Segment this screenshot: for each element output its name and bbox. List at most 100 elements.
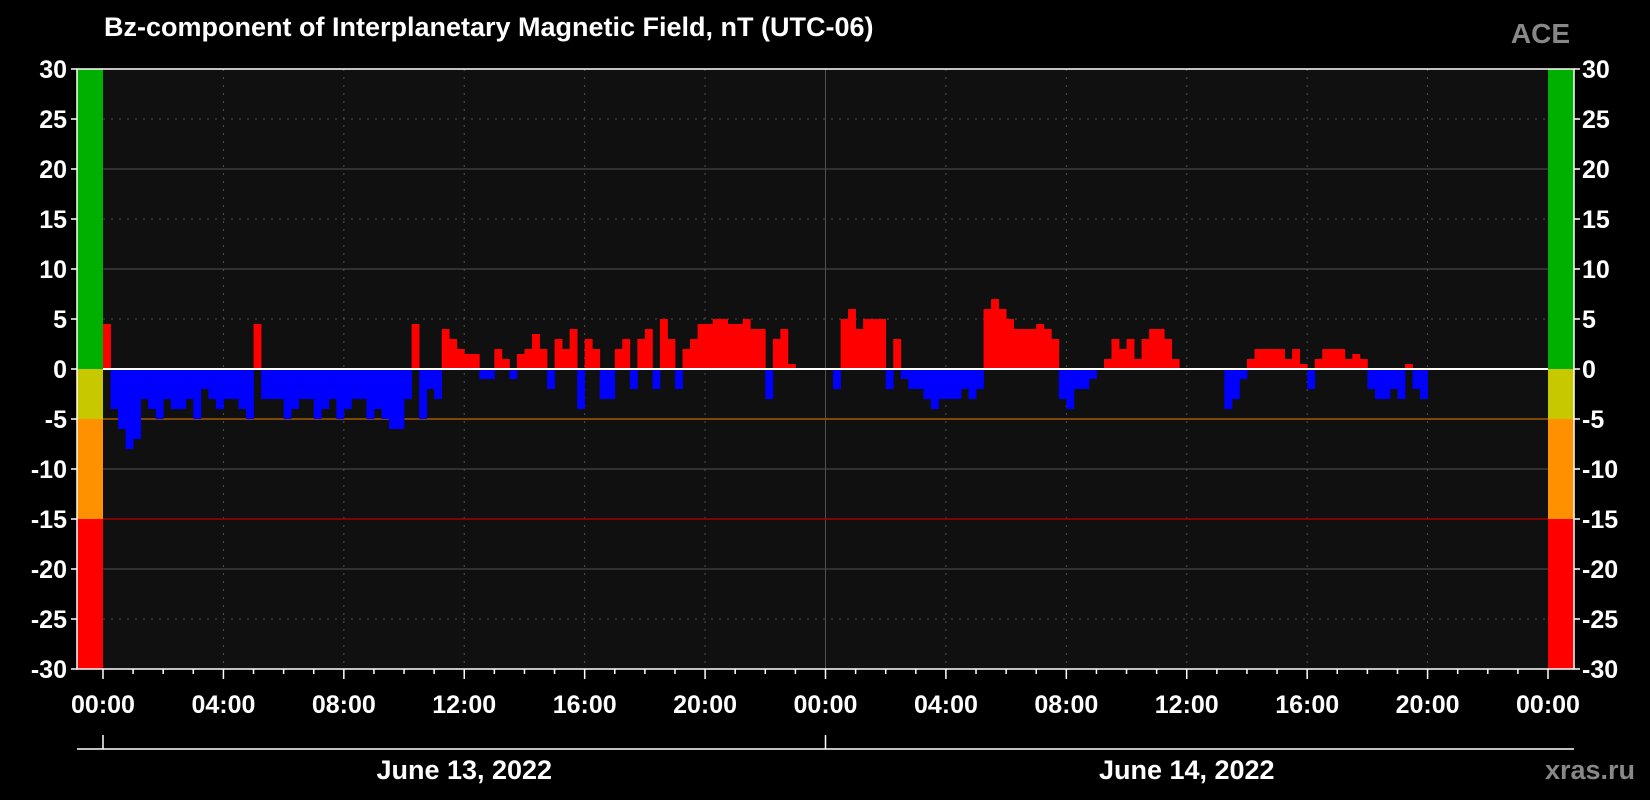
bz-bar <box>757 329 766 369</box>
bz-bar <box>148 369 157 409</box>
bz-bar <box>863 319 872 369</box>
bz-bar <box>968 369 977 399</box>
x-tick-label: 00:00 <box>71 691 135 719</box>
y-tick-label-left: 20 <box>39 156 67 184</box>
band-right-2 <box>1548 419 1574 519</box>
bz-bar <box>1352 354 1361 369</box>
bz-bar <box>140 369 149 399</box>
bz-bar <box>494 349 503 369</box>
bz-bar <box>1021 329 1030 369</box>
bz-bar <box>1344 359 1353 369</box>
bz-bar <box>697 324 706 369</box>
bz-bar <box>245 369 254 419</box>
bz-bar <box>674 369 683 389</box>
bz-bar <box>1359 359 1368 369</box>
bz-bar <box>1103 359 1112 369</box>
bz-bar <box>592 349 601 369</box>
bz-bar <box>690 339 698 369</box>
y-tick-label-right: -25 <box>1582 606 1618 634</box>
bz-bar <box>163 369 172 399</box>
bz-bar <box>328 369 337 399</box>
bz-bar <box>1119 349 1127 369</box>
bz-bar <box>1111 339 1120 369</box>
bz-bar <box>486 369 495 379</box>
bz-bar <box>396 369 405 429</box>
bz-bar <box>253 324 262 369</box>
bz-bar <box>1051 339 1060 369</box>
y-tick-label-left: 5 <box>53 306 67 334</box>
bz-bar <box>155 369 164 419</box>
bz-bar <box>607 369 616 399</box>
bz-bar <box>471 354 480 369</box>
bz-bar <box>456 349 465 369</box>
bz-bar <box>1322 349 1331 369</box>
bz-bar <box>742 319 751 369</box>
y-tick-label-left: -15 <box>31 506 67 534</box>
bz-bar <box>125 369 134 449</box>
bz-bar <box>261 369 269 399</box>
bz-bar <box>976 369 984 389</box>
bz-bar <box>938 369 947 399</box>
bz-bar <box>358 369 367 399</box>
bz-bar <box>1141 339 1150 369</box>
bz-bar <box>878 319 887 369</box>
x-tick-label: 20:00 <box>673 691 737 719</box>
bz-bar <box>441 329 450 369</box>
bz-bar <box>404 369 412 399</box>
bz-bar <box>118 369 126 429</box>
bz-bar <box>1307 369 1316 389</box>
bz-bar <box>554 339 563 369</box>
date-label: June 13, 2022 <box>376 755 552 785</box>
bz-bar <box>644 329 653 369</box>
bz-bar <box>1374 369 1383 399</box>
bz-bar <box>705 324 714 369</box>
bz-bar <box>1171 359 1180 369</box>
x-tick-label: 00:00 <box>1516 691 1580 719</box>
bz-bar <box>366 369 375 419</box>
bz-bar <box>998 309 1007 369</box>
bz-bar <box>516 354 525 369</box>
band-left-3 <box>77 519 103 669</box>
x-tick-label: 08:00 <box>1034 691 1098 719</box>
bz-bar <box>373 369 382 409</box>
bz-chart: 30 30 25 25 20 20 15 15 10 10 5 5 0 0 -5 -5 -10 -10 -15 -15… <box>31 56 1618 785</box>
bz-bar <box>577 369 586 409</box>
band-right-1 <box>1548 369 1574 419</box>
bz-bar <box>178 369 187 409</box>
bz-bar <box>1412 369 1421 389</box>
bz-bar <box>419 369 428 419</box>
y-tick-label-left: 0 <box>53 356 67 384</box>
bz-bar <box>283 369 292 419</box>
y-tick-label-left: -30 <box>31 656 67 684</box>
bz-bar <box>524 349 533 369</box>
bz-bar <box>1367 369 1376 389</box>
y-tick-label-right: -5 <box>1582 406 1604 434</box>
bz-bar <box>991 299 999 369</box>
x-tick-label: 12:00 <box>432 691 496 719</box>
bz-bar <box>652 369 661 389</box>
bz-bar <box>780 329 789 369</box>
bz-bar <box>848 309 857 369</box>
bz-bar <box>230 369 239 399</box>
bz-bar <box>659 319 668 369</box>
bz-bar <box>930 369 939 409</box>
bz-bar <box>1420 369 1428 399</box>
bz-bar <box>531 334 540 369</box>
bz-bar <box>960 369 969 389</box>
bz-bar <box>1262 349 1270 369</box>
bz-bar <box>1329 349 1338 369</box>
y-tick-label-left: -25 <box>31 606 67 634</box>
bz-bar <box>1292 349 1301 369</box>
y-tick-label-left: -5 <box>45 406 67 434</box>
bz-bar <box>637 339 646 369</box>
bz-bar <box>170 369 179 409</box>
y-tick-label-right: 30 <box>1582 56 1610 84</box>
bz-bar <box>464 354 473 369</box>
bz-bar <box>1254 349 1263 369</box>
bz-bar <box>1149 329 1158 369</box>
y-tick-label-right: 15 <box>1582 206 1610 234</box>
bz-bar <box>1231 369 1240 399</box>
bz-bar <box>381 369 390 419</box>
bz-bar <box>1284 359 1293 369</box>
bz-bar <box>1028 329 1037 369</box>
